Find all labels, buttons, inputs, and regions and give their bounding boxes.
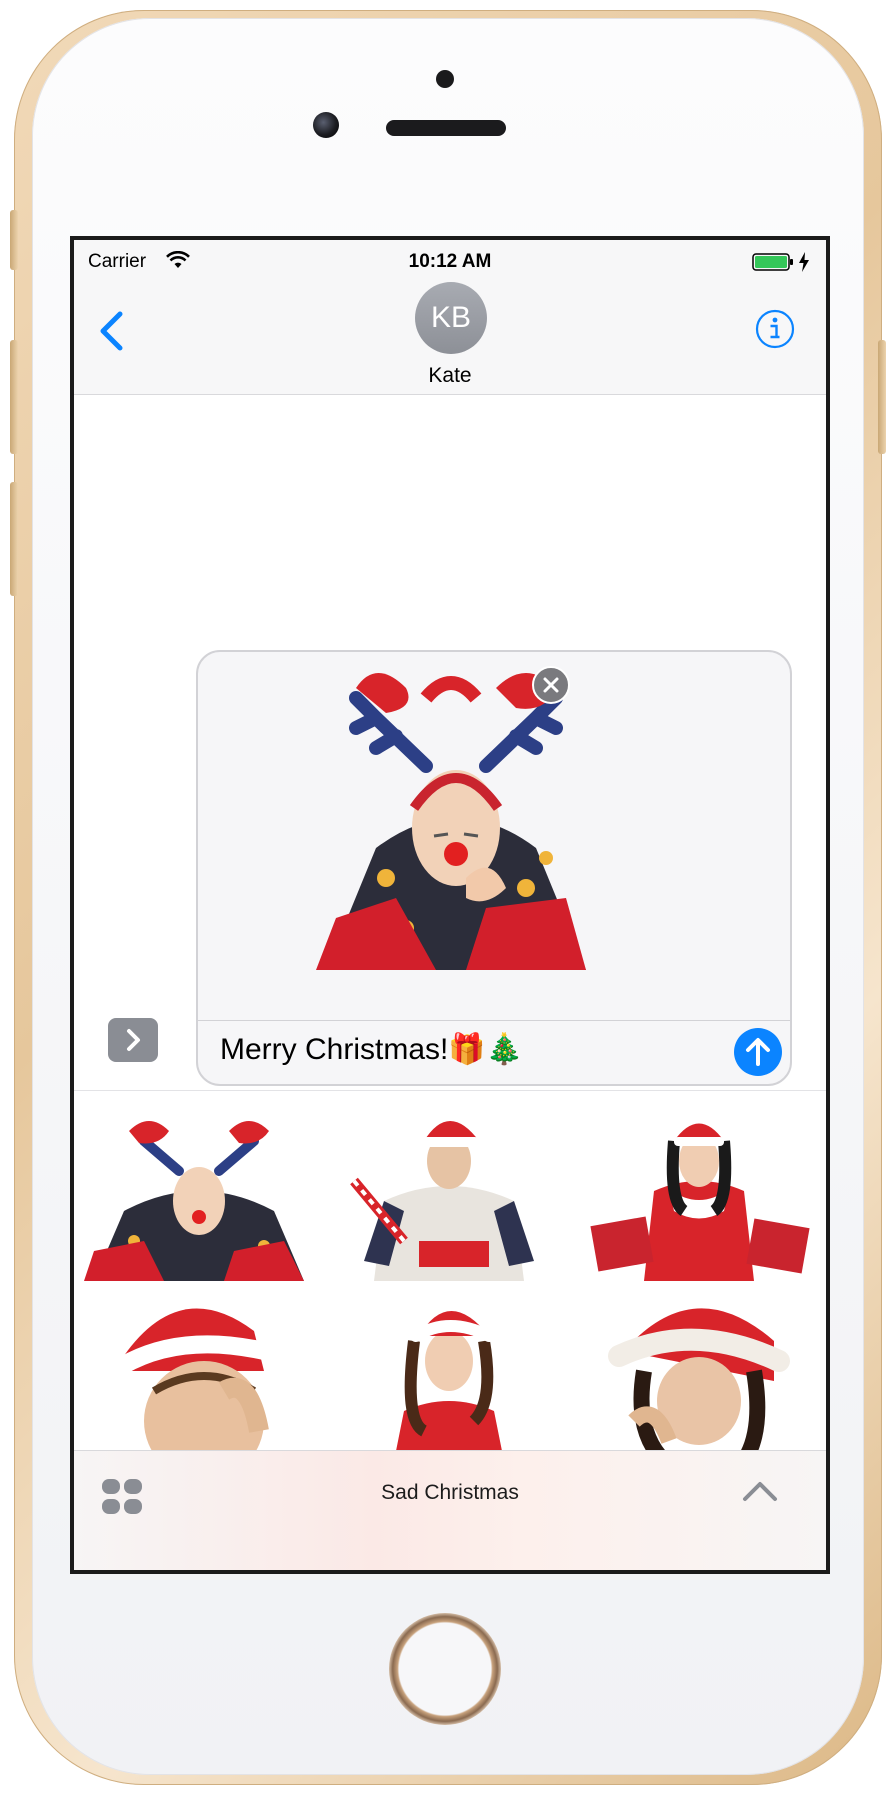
mute-switch bbox=[10, 210, 18, 270]
man-with-gift-box-sticker[interactable] bbox=[324, 1101, 574, 1281]
arrow-up-icon bbox=[746, 1038, 770, 1066]
power-button bbox=[878, 340, 886, 454]
message-compose-field[interactable]: Merry Christmas!🎁🎄 bbox=[196, 650, 792, 1086]
expand-apps-button[interactable] bbox=[108, 1018, 158, 1062]
front-camera bbox=[313, 112, 339, 138]
chevron-right-icon bbox=[127, 1029, 140, 1051]
reindeer-antlers-man-sticker[interactable] bbox=[74, 1101, 324, 1281]
message-text[interactable]: Merry Christmas!🎁🎄 bbox=[220, 1032, 523, 1067]
earpiece-speaker bbox=[386, 120, 506, 136]
proximity-sensor bbox=[436, 70, 454, 88]
charging-bolt-icon bbox=[799, 252, 809, 272]
messages-screen: Carrier 10:12 AM KB Kate Merry Christmas… bbox=[70, 236, 830, 1574]
volume-down-button bbox=[10, 482, 18, 596]
woman-in-santa-hat-sticker[interactable] bbox=[324, 1281, 574, 1451]
remove-attachment-button[interactable] bbox=[532, 666, 570, 704]
chevron-up-icon[interactable] bbox=[740, 1475, 780, 1505]
close-icon bbox=[543, 677, 559, 693]
chevron-left-icon[interactable] bbox=[92, 308, 132, 354]
battery-icon bbox=[752, 253, 793, 271]
contact-name[interactable]: Kate bbox=[74, 364, 826, 388]
sticker-pack-title: Sad Christmas bbox=[381, 1481, 519, 1504]
info-icon[interactable] bbox=[754, 308, 796, 350]
status-bar: Carrier 10:12 AM bbox=[74, 240, 826, 282]
send-button[interactable] bbox=[734, 1028, 782, 1076]
volume-up-button bbox=[10, 340, 18, 454]
status-time: 10:12 AM bbox=[408, 251, 492, 272]
compose-divider bbox=[198, 1020, 790, 1021]
sticker-drawer bbox=[74, 1090, 826, 1451]
drawer-footer: Sad Christmas bbox=[74, 1450, 826, 1570]
conversation-header: KB Kate bbox=[74, 282, 826, 395]
woman-with-gift-boxes-sticker[interactable] bbox=[574, 1101, 824, 1281]
woman-resting-head-sticker[interactable] bbox=[574, 1281, 824, 1451]
contact-avatar[interactable]: KB bbox=[415, 282, 487, 354]
man-in-santa-hat-sticker[interactable] bbox=[74, 1281, 324, 1451]
home-button[interactable] bbox=[389, 1613, 501, 1725]
